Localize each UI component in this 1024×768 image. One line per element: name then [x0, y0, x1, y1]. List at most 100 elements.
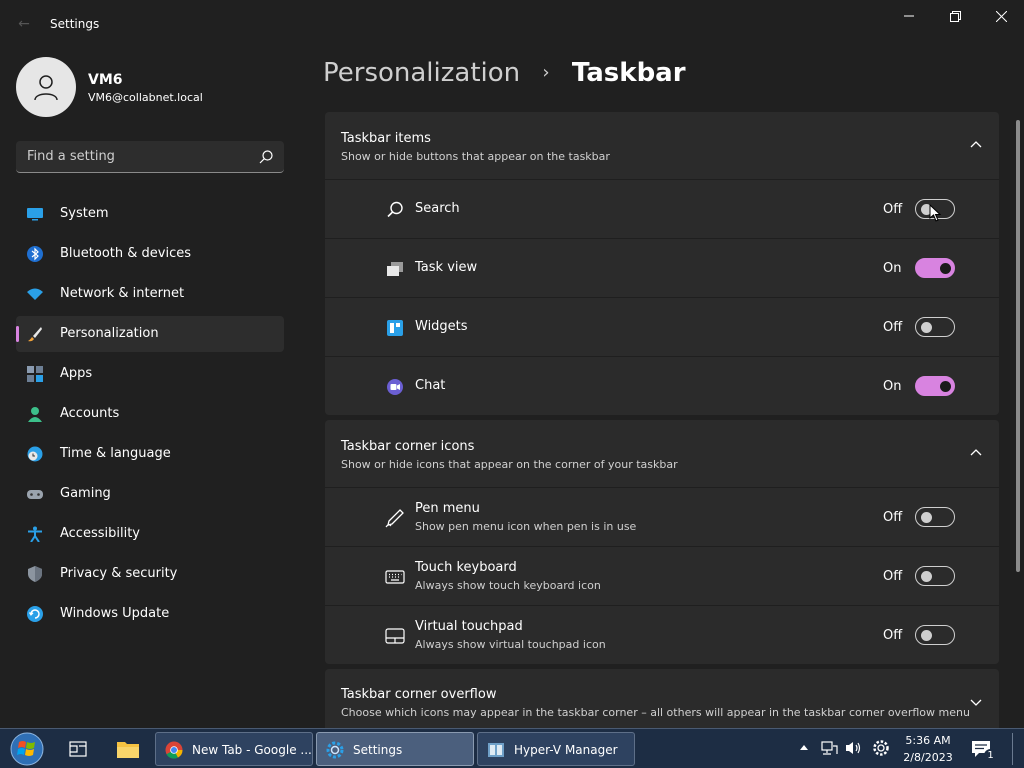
sidebar-item-label: Network & internet — [60, 286, 185, 301]
setting-label: Virtual touchpad — [415, 619, 523, 634]
sidebar-item-apps[interactable]: Apps — [16, 356, 284, 392]
task-view-icon — [387, 262, 403, 276]
sidebar-item-label: Bluetooth & devices — [60, 246, 191, 261]
taskbar-clock[interactable]: 5:36 AM 2/8/2023 — [898, 732, 958, 766]
touch-keyboard-toggle[interactable] — [915, 566, 955, 586]
gear-icon[interactable] — [872, 739, 890, 757]
widgets-toggle[interactable] — [915, 317, 955, 337]
sidebar-item-label: Gaming — [60, 486, 111, 501]
show-desktop-button[interactable] — [1012, 733, 1020, 765]
minimize-button[interactable] — [886, 0, 932, 32]
sidebar-item-accounts[interactable]: Accounts — [16, 396, 284, 432]
setting-description: Show pen menu icon when pen is in use — [415, 520, 637, 533]
setting-row-virtual-touchpad: Virtual touchpad Always show virtual tou… — [325, 605, 999, 664]
sidebar-item-label: Windows Update — [60, 606, 170, 621]
chevron-up-icon[interactable] — [969, 138, 983, 152]
close-icon — [995, 10, 1007, 22]
toggle-state-text: Off — [883, 320, 903, 335]
toggle-state-text: On — [883, 379, 902, 394]
taskbar-app-hyperv[interactable]: Hyper-V Manager — [477, 732, 635, 766]
toggle-state-text: On — [883, 261, 902, 276]
taskbar-items-section: Taskbar items Show or hide buttons that … — [325, 112, 999, 415]
setting-label: Search — [415, 201, 460, 216]
taskbar-app-chrome[interactable]: New Tab - Google ... — [155, 732, 313, 766]
setting-row-pen-menu: Pen menu Show pen menu icon when pen is … — [325, 487, 999, 546]
avatar[interactable] — [16, 57, 76, 117]
chat-toggle[interactable] — [915, 376, 955, 396]
back-arrow-icon[interactable]: ← — [14, 14, 34, 34]
sidebar-item-network[interactable]: Network & internet — [16, 276, 284, 312]
taskbar-corner-icons-section: Taskbar corner icons Show or hide icons … — [325, 420, 999, 664]
person-icon — [28, 407, 42, 422]
task-view-taskbar-button[interactable] — [58, 732, 98, 766]
sidebar-item-label: Apps — [60, 366, 93, 381]
setting-row-chat: Chat On — [325, 356, 999, 415]
sidebar-item-label: Accounts — [60, 406, 120, 421]
clock-time: 5:36 AM — [905, 734, 951, 747]
corner-icons-header[interactable]: Taskbar corner icons Show or hide icons … — [325, 420, 999, 487]
close-button[interactable] — [978, 0, 1024, 32]
widgets-icon — [387, 320, 403, 336]
sidebar-item-windows-update[interactable]: Windows Update — [16, 596, 284, 632]
bluetooth-icon — [27, 246, 43, 262]
update-icon — [27, 606, 43, 622]
volume-icon[interactable] — [845, 740, 863, 756]
minimize-icon — [904, 15, 914, 17]
touchpad-icon — [385, 628, 405, 644]
start-button-icon[interactable] — [8, 731, 46, 767]
monitor-icon — [27, 208, 43, 221]
shield-icon — [28, 566, 42, 582]
breadcrumb-parent[interactable]: Personalization — [323, 58, 520, 88]
sidebar-item-gaming[interactable]: Gaming — [16, 476, 284, 512]
network-icon[interactable] — [820, 740, 838, 756]
sidebar-item-personalization[interactable]: Personalization — [16, 316, 284, 352]
setting-row-touch-keyboard: Touch keyboard Always show touch keyboar… — [325, 546, 999, 605]
taskbar-app-label: Settings — [353, 743, 403, 757]
sidebar-item-bluetooth[interactable]: Bluetooth & devices — [16, 236, 284, 272]
virtual-touchpad-toggle[interactable] — [915, 625, 955, 645]
toggle-knob — [940, 381, 951, 392]
section-subtitle: Show or hide icons that appear on the co… — [341, 458, 678, 471]
file-explorer-taskbar-button[interactable] — [108, 732, 148, 766]
brush-icon — [28, 327, 42, 342]
breadcrumb: Personalization › Taskbar — [323, 58, 686, 88]
task-view-toggle[interactable] — [915, 258, 955, 278]
sidebar-item-accessibility[interactable]: Accessibility — [16, 516, 284, 552]
taskbar-items-header[interactable]: Taskbar items Show or hide buttons that … — [325, 112, 999, 179]
chevron-up-icon[interactable] — [969, 446, 983, 460]
title-bar: ← Settings — [0, 0, 1024, 48]
search-placeholder: Find a setting — [27, 149, 115, 164]
search-icon[interactable] — [258, 149, 274, 165]
gear-icon — [326, 741, 344, 759]
section-subtitle: Show or hide buttons that appear on the … — [341, 150, 610, 163]
section-title: Taskbar items — [341, 131, 431, 146]
sidebar-item-privacy-security[interactable]: Privacy & security — [16, 556, 284, 592]
chrome-icon — [165, 741, 183, 759]
chevron-down-icon[interactable] — [969, 695, 983, 709]
sidebar-item-label: Time & language — [60, 446, 171, 461]
pen-menu-toggle[interactable] — [915, 507, 955, 527]
toggle-knob — [921, 571, 932, 582]
taskbar-app-settings[interactable]: Settings — [316, 732, 474, 766]
toggle-state-text: Off — [883, 628, 903, 643]
search-input[interactable]: Find a setting — [16, 141, 284, 173]
scrollbar[interactable] — [1016, 120, 1020, 572]
setting-label: Task view — [415, 260, 478, 275]
clock-date: 2/8/2023 — [903, 751, 953, 764]
section-title: Taskbar corner icons — [341, 439, 475, 454]
show-hidden-icons-icon[interactable] — [799, 743, 809, 751]
sidebar-item-system[interactable]: System — [16, 196, 284, 232]
toggle-knob — [921, 512, 932, 523]
sidebar-item-time-language[interactable]: Time & language — [16, 436, 284, 472]
search-icon — [387, 201, 403, 218]
hyper-v-icon — [488, 743, 504, 757]
setting-label: Chat — [415, 378, 446, 393]
setting-description: Always show virtual touchpad icon — [415, 638, 606, 651]
os-taskbar: New Tab - Google ... Settings Hyper-V Ma… — [0, 728, 1024, 768]
person-icon — [34, 75, 58, 101]
maximize-button[interactable] — [932, 0, 978, 32]
sidebar-nav: System Bluetooth & devices Network & int… — [16, 196, 284, 636]
taskbar-corner-overflow-section[interactable]: Taskbar corner overflow Choose which ico… — [325, 669, 999, 728]
section-subtitle: Choose which icons may appear in the tas… — [341, 706, 970, 719]
toggle-knob — [940, 263, 951, 274]
